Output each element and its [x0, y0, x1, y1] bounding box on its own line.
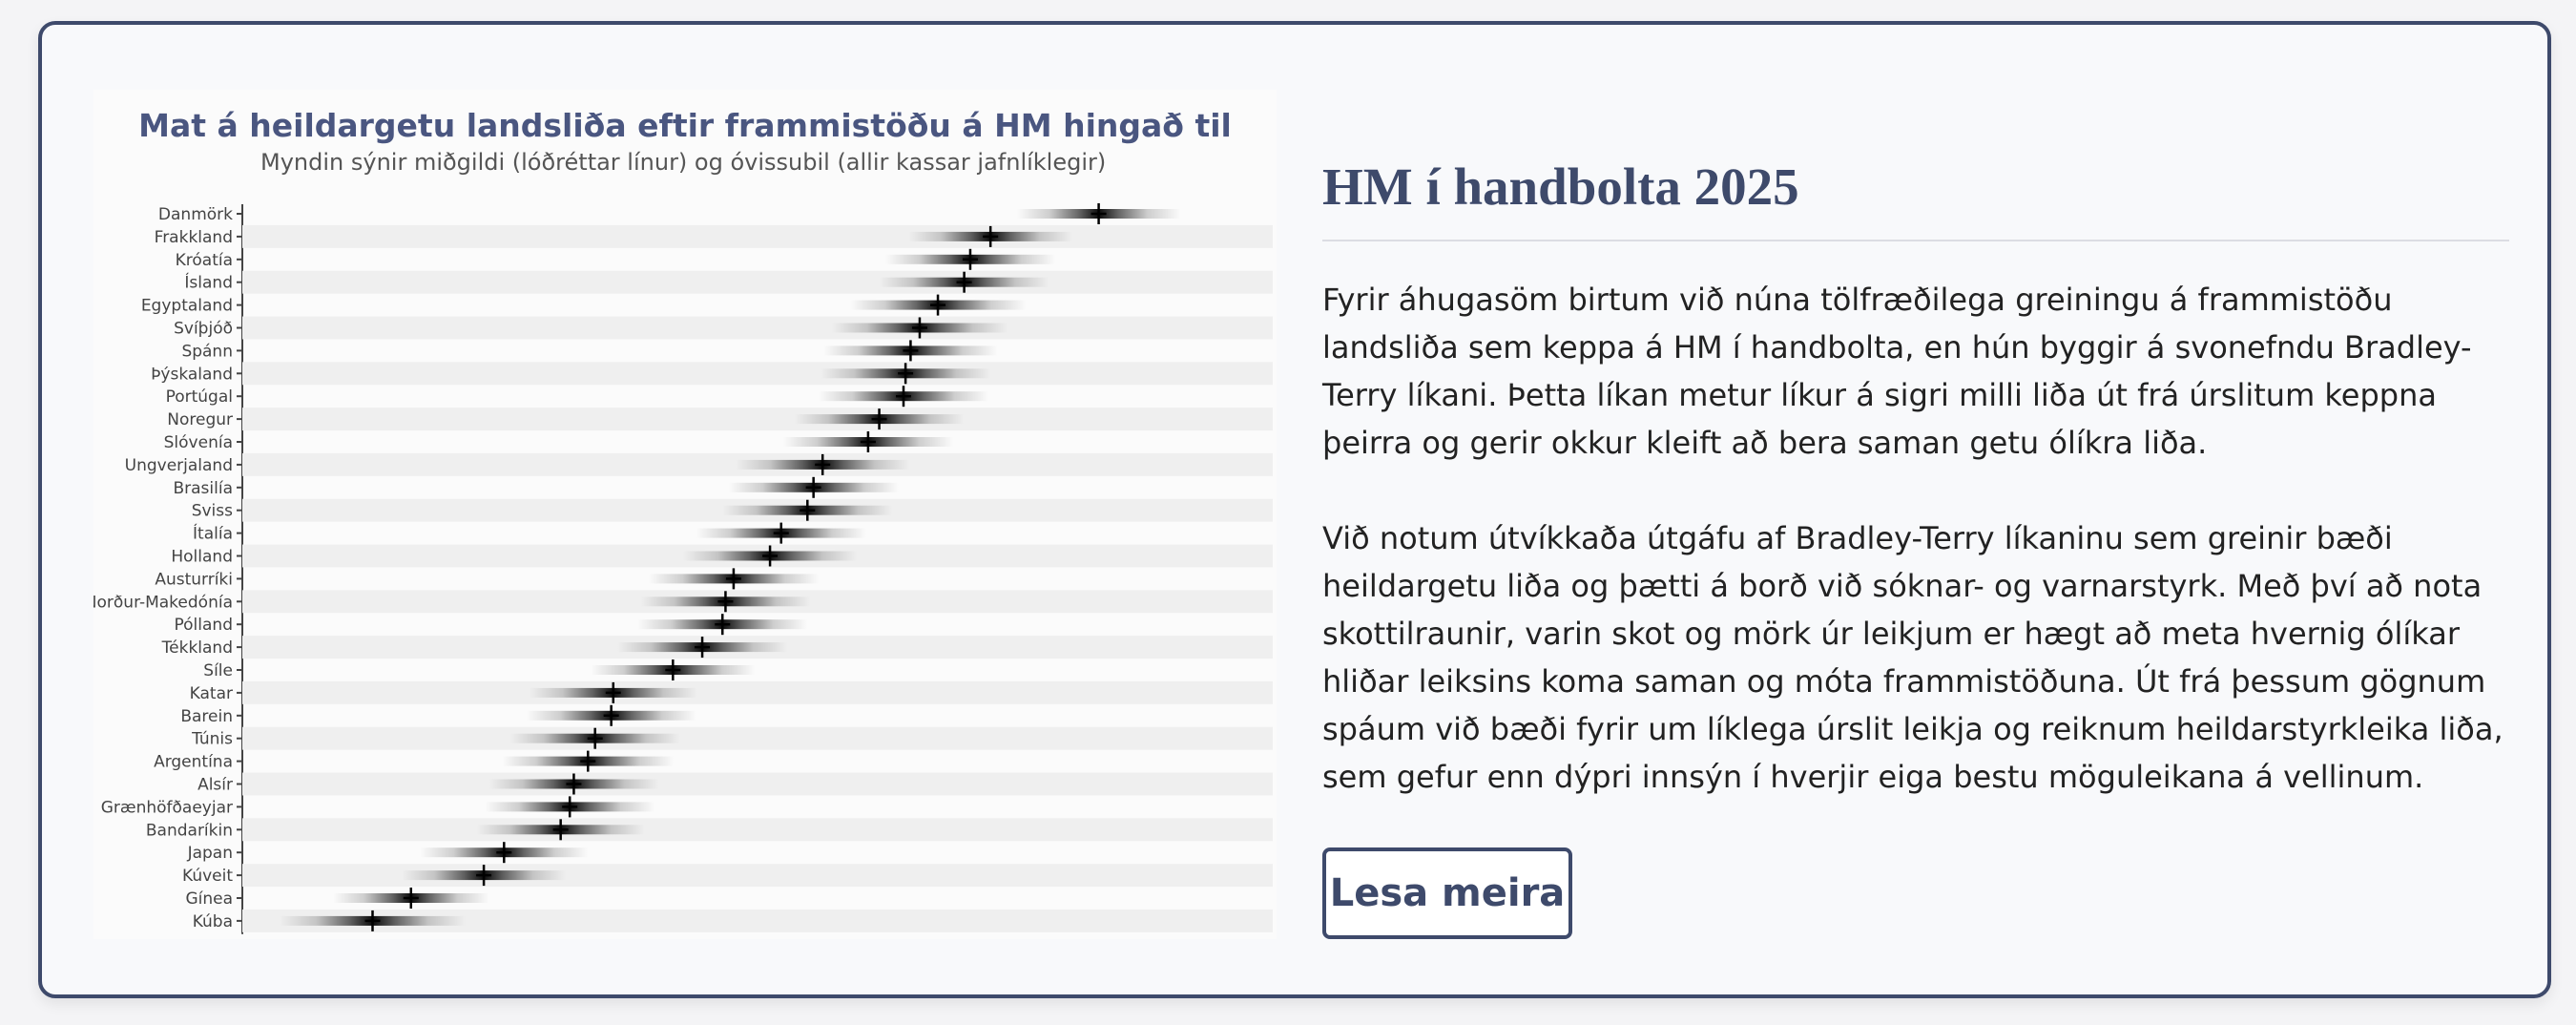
row-stripe — [242, 316, 1273, 340]
row-stripe — [242, 726, 1273, 750]
team-label: Portúgal — [166, 387, 233, 407]
article-paragraph-1: Fyrir áhugasöm birtum við núna tölfræðil… — [1322, 281, 2472, 461]
team-label: Argentína — [154, 753, 233, 772]
team-label: Pólland — [175, 616, 233, 635]
team-label: Túnis — [191, 730, 233, 749]
team-label: Japan — [187, 844, 233, 863]
team-label: Holland — [171, 548, 233, 567]
team-label: Barein — [180, 707, 233, 726]
team-label: Svíþjóð — [174, 320, 233, 339]
article-paragraph-2: Við notum útvíkkaða útgáfu af Bradley-Te… — [1322, 519, 2503, 795]
chart-subtitle: Myndin sýnir miðgildi (lóðréttar línur) … — [260, 149, 1107, 176]
row-stripe — [242, 680, 1273, 704]
team-label: Ísland — [184, 272, 233, 293]
team-label: Egyptaland — [141, 297, 233, 316]
row-stripe — [242, 408, 1273, 431]
chart-figure: Danmörk Frakkland Króatía Ísland Egyptaland S… — [93, 90, 1277, 939]
read-more-button[interactable]: Lesa meira — [1322, 847, 1572, 939]
article-heading: HM í handbolta 2025 — [1322, 157, 1799, 216]
row-stripe — [242, 772, 1273, 796]
team-label: Kúveit — [182, 867, 233, 886]
row-stripe — [242, 224, 1273, 248]
team-label: Ítalía — [193, 523, 233, 544]
row-stripe — [242, 270, 1273, 294]
team-label: Bandaríkin — [146, 821, 233, 840]
team-label: Tékkland — [161, 638, 233, 658]
chart-title: Mat á heildargetu landsliða eftir frammi… — [138, 107, 1232, 144]
team-label: Grænhöfðaeyjar — [101, 798, 233, 817]
article-card: Danmörk Frakkland Króatía Ísland Egyptaland S… — [38, 21, 2551, 998]
row-stripe — [242, 864, 1273, 888]
team-label: Danmörk — [158, 205, 233, 224]
article-text: HM í handbolta 2025 Fyrir áhugasöm birtu… — [1322, 157, 2509, 801]
team-label: Katar — [190, 684, 233, 703]
team-label: Slóvenía — [164, 433, 233, 452]
team-label: Norður-Makedónía — [93, 593, 233, 612]
team-label: Sviss — [192, 502, 233, 521]
team-label: Síle — [203, 661, 233, 680]
team-label: Þýskaland — [151, 365, 233, 384]
team-label: Brasilía — [173, 479, 233, 498]
row-stripe — [242, 818, 1273, 842]
team-label: Alsír — [197, 776, 233, 795]
team-label: Spánn — [181, 342, 233, 361]
team-label: Króatía — [176, 251, 233, 270]
team-label: Frakkland — [155, 228, 233, 247]
heading-divider — [1322, 239, 2509, 241]
team-label: Ungverjaland — [125, 456, 233, 475]
team-label: Gínea — [185, 889, 233, 909]
row-stripe — [242, 362, 1273, 386]
team-label: Austurríki — [155, 570, 233, 589]
team-label: Noregur — [167, 410, 233, 429]
team-ability-chart: Danmörk Frakkland Króatía Ísland Egyptaland S… — [93, 203, 1273, 934]
team-label: Kúba — [193, 912, 233, 931]
